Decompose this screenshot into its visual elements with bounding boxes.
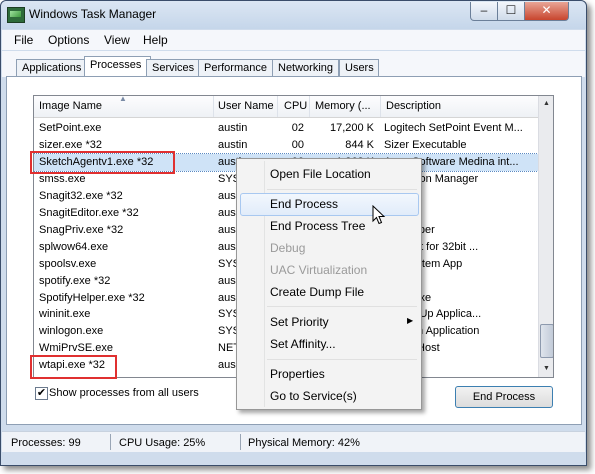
column-divider[interactable] — [213, 96, 214, 117]
window-title: Windows Task Manager — [29, 7, 157, 21]
row-image-name: spotify.exe *32 — [39, 274, 111, 287]
row-image-name: spoolsv.exe — [39, 257, 97, 270]
status-processes: Processes: 99 — [11, 437, 81, 449]
row-cpu: 00 — [291, 138, 304, 151]
row-image-name: SpotifyHelper.exe *32 — [39, 291, 145, 304]
vertical-scrollbar[interactable]: ▲ ▼ — [538, 96, 553, 377]
status-bar: Processes: 99 CPU Usage: 25% Physical Me… — [2, 431, 585, 452]
column-description[interactable]: Description — [386, 100, 441, 112]
menu-item-properties[interactable]: Properties — [270, 367, 325, 381]
column-cpu[interactable]: CPU — [284, 100, 307, 112]
status-cpu: CPU Usage: 25% — [119, 437, 206, 449]
menu-item-set-affinity[interactable]: Set Affinity... — [270, 337, 336, 351]
menu-bar: File Options View Help — [2, 30, 585, 50]
column-memory[interactable]: Memory (... — [315, 100, 371, 112]
tab-strip: Applications Processes Services Performa… — [2, 51, 585, 78]
show-all-users-checkbox[interactable]: ✔ — [35, 387, 48, 400]
row-image-name: smss.exe — [39, 172, 86, 185]
scroll-down-icon[interactable]: ▼ — [539, 361, 553, 377]
column-user-name[interactable]: User Name — [218, 100, 274, 112]
menu-item-debug: Debug — [270, 241, 306, 255]
row-description: Logitech SetPoint Event M... — [384, 122, 523, 134]
maximize-button[interactable]: ☐ — [497, 2, 525, 21]
status-divider — [110, 434, 111, 450]
tab-performance[interactable]: Performance — [198, 59, 274, 77]
menu-view[interactable]: View — [104, 33, 130, 47]
tab-services[interactable]: Services — [146, 59, 203, 77]
app-icon — [7, 7, 25, 23]
highlight-box-wtapi — [30, 355, 117, 379]
show-all-users-label[interactable]: Show processes from all users — [49, 387, 199, 399]
tab-applications[interactable]: Applications — [16, 59, 86, 77]
scroll-up-icon[interactable]: ▲ — [539, 96, 553, 112]
row-image-name: SnagitEditor.exe *32 — [39, 206, 139, 219]
menu-item-go-to-services[interactable]: Go to Service(s) — [270, 389, 357, 403]
end-process-button[interactable]: End Process — [455, 386, 553, 408]
highlight-box-sketchagent — [30, 151, 175, 174]
menu-separator — [267, 189, 417, 190]
context-menu: Open File Location End Process End Proce… — [236, 158, 422, 410]
row-image-name: SnagPriv.exe *32 — [39, 223, 124, 236]
row-user-name: austin — [218, 122, 248, 134]
row-description: Sizer Executable — [384, 138, 467, 151]
row-image-name: wininit.exe — [39, 308, 91, 321]
menu-item-uac-virtualization: UAC Virtualization — [270, 263, 368, 277]
tab-users[interactable]: Users — [339, 59, 379, 77]
menu-item-set-priority[interactable]: Set Priority — [270, 315, 329, 329]
row-memory: 844 K — [345, 138, 374, 151]
column-divider[interactable] — [277, 96, 278, 117]
row-image-name: Snagit32.exe *32 — [39, 189, 123, 202]
status-divider — [240, 434, 241, 450]
tab-processes[interactable]: Processes — [84, 56, 151, 78]
table-row[interactable]: SetPoint.exe austin 02 17,200 K Logitech Set… — [34, 120, 538, 137]
scroll-thumb[interactable] — [540, 324, 553, 358]
row-image-name: splwow64.exe — [39, 240, 109, 253]
list-header: Image Name ▲ User Name CPU Memory (... D… — [34, 96, 538, 118]
row-image-name: sizer.exe *32 — [39, 138, 102, 151]
menu-options[interactable]: Options — [48, 33, 89, 47]
row-image-name: winlogon.exe — [39, 325, 104, 338]
close-button[interactable]: ✕ — [524, 2, 569, 21]
menu-item-create-dump-file[interactable]: Create Dump File — [270, 285, 364, 299]
submenu-arrow-icon: ▶ — [407, 316, 414, 325]
row-memory: 17,200 K — [329, 122, 374, 134]
row-image-name: SetPoint.exe — [39, 122, 102, 134]
row-image-name: WmiPrvSE.exe — [39, 342, 113, 355]
menu-item-end-process[interactable]: End Process — [270, 197, 338, 211]
row-user-name: austin — [218, 138, 248, 151]
status-memory: Physical Memory: 42% — [248, 437, 360, 449]
title-bar[interactable]: Windows Task Manager – ☐ ✕ — [1, 1, 586, 29]
row-cpu: 02 — [291, 122, 304, 134]
mouse-cursor-icon — [372, 205, 386, 225]
menu-item-end-process-tree[interactable]: End Process Tree — [270, 219, 365, 233]
menu-help[interactable]: Help — [143, 33, 168, 47]
column-divider[interactable] — [380, 96, 381, 117]
menu-item-open-file-location[interactable]: Open File Location — [270, 167, 371, 181]
minimize-button[interactable]: – — [470, 2, 498, 21]
menu-separator — [267, 359, 417, 360]
menu-separator — [267, 306, 417, 307]
sort-arrow-icon: ▲ — [119, 95, 127, 103]
column-image-name[interactable]: Image Name — [39, 100, 102, 112]
menu-file[interactable]: File — [14, 33, 33, 47]
column-divider[interactable] — [309, 96, 310, 117]
tab-networking[interactable]: Networking — [272, 59, 339, 77]
